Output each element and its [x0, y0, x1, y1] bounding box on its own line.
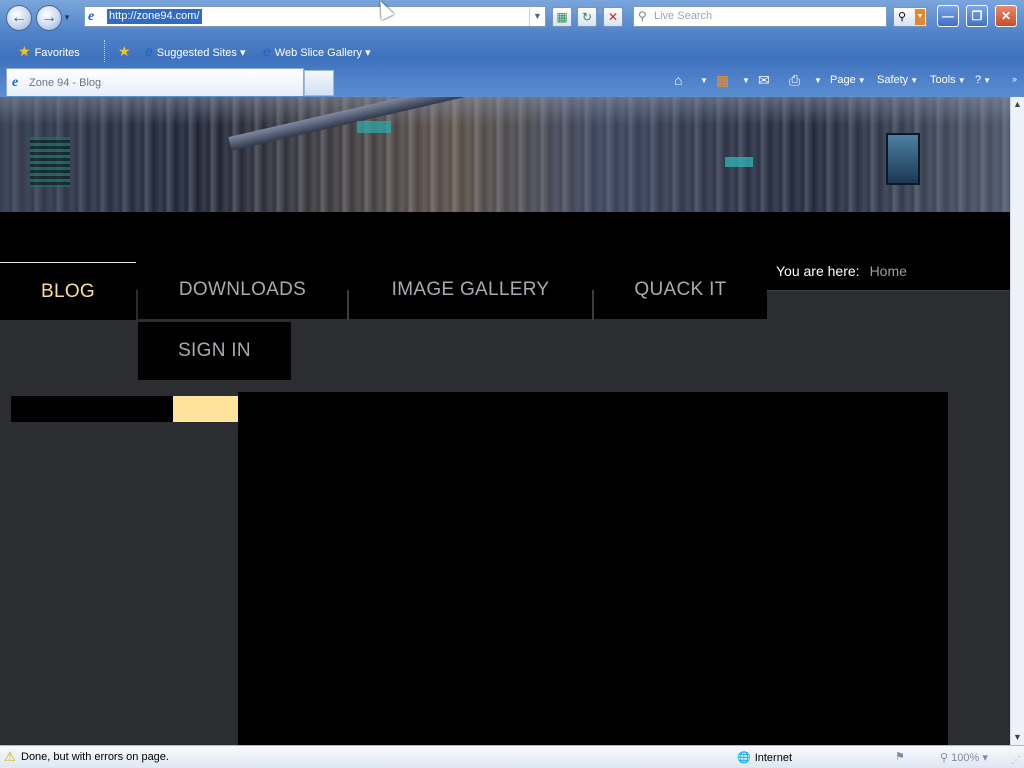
banner-billboard [886, 133, 920, 185]
banner-sky [0, 97, 1010, 125]
main-content-area [238, 392, 948, 745]
add-to-favorites-bar-button[interactable]: ★ [118, 43, 135, 60]
forward-arrow-icon: → [41, 9, 57, 26]
add-favorite-star-icon: ★ [118, 43, 131, 59]
favorites-label: Favorites [34, 47, 80, 59]
warning-icon[interactable]: ⚠ [4, 750, 17, 763]
tab-and-command-bar: e Zone 94 - Blog ⌂ ▼ ▩ ▼ ✉ ⎙ ▼ Page ▼ Saf… [0, 66, 1024, 97]
zoom-level[interactable]: ⚲ 100% ▾ [940, 751, 988, 764]
nav-divider [592, 290, 594, 320]
maximize-button[interactable]: ❐ [966, 5, 988, 27]
tools-menu[interactable]: Tools ▼ [930, 74, 966, 86]
web-slice-gallery-label: Web Slice Gallery [274, 47, 363, 59]
favorites-separator [104, 40, 106, 62]
tools-menu-label: Tools [930, 74, 956, 86]
zone-label: Internet [754, 752, 793, 764]
new-tab-button[interactable] [304, 70, 334, 96]
help-menu[interactable]: ? ▼ [975, 74, 991, 86]
feeds-dropdown[interactable]: ▼ [740, 74, 750, 86]
search-placeholder: Live Search [654, 10, 713, 22]
refresh-button[interactable]: ↻ [577, 7, 597, 27]
scroll-down-arrow-icon[interactable]: ▼ [1013, 732, 1022, 742]
refresh-icon: ↻ [581, 10, 593, 24]
banner-sign [725, 157, 753, 167]
forward-button[interactable]: → [36, 5, 62, 31]
page-menu-label: Page [830, 74, 856, 86]
ie-page-icon: e [145, 43, 153, 59]
restore-icon: ❐ [971, 9, 983, 23]
vertical-scrollbar[interactable]: ▲ ▼ [1010, 97, 1024, 745]
address-url[interactable]: http://zone94.com/ [107, 9, 202, 24]
rss-feed-icon[interactable]: ▩ [716, 72, 729, 89]
nav-quack-it[interactable]: QUACK IT [594, 261, 767, 319]
home-dropdown[interactable]: ▼ [698, 74, 708, 86]
web-page: BLOG DOWNLOADS IMAGE GALLERY QUACK IT SI… [0, 97, 1010, 745]
zoom-icon: ⚲ [940, 752, 949, 764]
city-header-banner [0, 97, 1010, 212]
globe-icon: 🌐 [737, 752, 751, 764]
back-arrow-icon: ← [11, 9, 27, 26]
favorites-bar: ★ Favorites ★ e Suggested Sites ▾ e Web Sli… [0, 36, 1024, 64]
band-bottom-edge [767, 290, 1010, 291]
suggested-sites-link[interactable]: e Suggested Sites ▾ [145, 43, 246, 59]
protected-mode-icon[interactable]: ⚑ [895, 750, 905, 763]
page-menu[interactable]: Page ▼ [830, 74, 866, 86]
star-icon: ★ [18, 43, 31, 59]
nav-sign-in[interactable]: SIGN IN [138, 322, 291, 380]
mail-icon[interactable]: ✉ [758, 72, 770, 89]
back-button[interactable]: ← [6, 5, 32, 31]
ie-tab-icon: e [12, 75, 19, 90]
breadcrumb-home-link[interactable]: Home [870, 263, 907, 279]
home-icon[interactable]: ⌂ [674, 72, 682, 88]
address-bar[interactable]: e http://zone94.com/ ▼ [84, 6, 546, 27]
scroll-up-arrow-icon[interactable]: ▲ [1013, 99, 1022, 109]
address-toolbar: ← → ▼ e http://zone94.com/ ▼ ▦ ↻ ✕ ⚲ Liv… [0, 0, 1024, 34]
nav-image-gallery[interactable]: IMAGE GALLERY [349, 261, 592, 319]
nav-divider [347, 290, 349, 320]
print-dropdown[interactable]: ▼ [812, 74, 822, 86]
help-icon: ? [975, 74, 982, 86]
minimize-icon: — [942, 9, 954, 23]
close-icon: ✕ [1000, 9, 1012, 23]
browser-chrome: ← → ▼ e http://zone94.com/ ▼ ▦ ↻ ✕ ⚲ Liv… [0, 0, 1024, 97]
toolbar-overflow-chevron[interactable]: » [1012, 74, 1017, 84]
tab-title: Zone 94 - Blog [29, 77, 102, 89]
nav-downloads[interactable]: DOWNLOADS [138, 261, 347, 319]
magnifier-icon: ⚲ [898, 11, 907, 23]
recent-pages-dropdown[interactable]: ▼ [63, 13, 71, 22]
resize-grip-icon[interactable]: ⋰ [1011, 755, 1021, 766]
web-slice-gallery-link[interactable]: e Web Slice Gallery ▾ [263, 43, 371, 59]
sidebar-bar [11, 396, 173, 422]
suggested-sites-label: Suggested Sites [156, 47, 237, 59]
banner-screen [30, 137, 70, 187]
search-box[interactable]: ⚲ Live Search [633, 6, 887, 27]
ie-page-icon: e [88, 9, 95, 24]
search-options-dropdown[interactable]: ▼ [915, 9, 925, 25]
status-bar: ⚠ Done, but with errors on page. 🌐 Intern… [0, 745, 1024, 768]
favorites-button[interactable]: ★ Favorites [18, 43, 80, 60]
banner-sign [357, 121, 391, 133]
browser-tab-active[interactable]: e Zone 94 - Blog [6, 68, 304, 96]
compatibility-icon: ▦ [556, 10, 568, 24]
print-icon[interactable]: ⎙ [789, 72, 800, 89]
search-button[interactable]: ⚲ ▼ [893, 7, 927, 27]
compatibility-view-button[interactable]: ▦ [552, 7, 572, 27]
stop-button[interactable]: ✕ [603, 7, 623, 27]
live-search-icon: ⚲ [638, 9, 647, 23]
safety-menu-label: Safety [877, 74, 909, 86]
breadcrumb-label: You are here: [776, 263, 860, 279]
breadcrumb: You are here: Home [776, 263, 907, 279]
ie-page-icon: e [263, 43, 271, 59]
security-zone[interactable]: 🌐 Internet [737, 751, 792, 764]
status-message: Done, but with errors on page. [21, 751, 169, 763]
zoom-label: 100% [951, 752, 980, 764]
safety-menu[interactable]: Safety ▼ [877, 74, 918, 86]
address-dropdown-button[interactable]: ▼ [529, 7, 545, 26]
stop-icon: ✕ [607, 10, 619, 24]
close-window-button[interactable]: ✕ [995, 5, 1017, 27]
minimize-button[interactable]: — [937, 5, 959, 27]
nav-blog[interactable]: BLOG [0, 262, 136, 320]
